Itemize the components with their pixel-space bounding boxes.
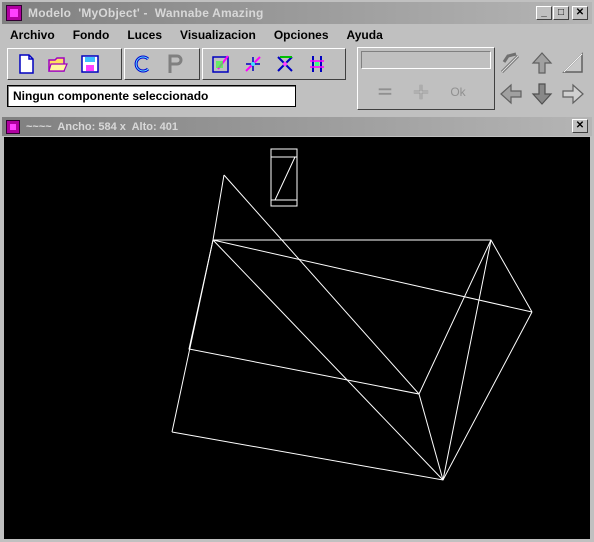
navigation-arrows (498, 48, 590, 110)
nav-left-button[interactable] (498, 81, 524, 107)
paste-icon (168, 54, 183, 73)
arrow-right-icon (562, 83, 584, 105)
menu-visualizacion[interactable]: Visualizacion (171, 26, 265, 44)
nav-upleft-button[interactable] (498, 50, 524, 76)
arrow-left-icon (500, 83, 522, 105)
plus-icon (413, 84, 429, 100)
toolbar-tools-group (202, 48, 346, 80)
nav-upright-button[interactable] (560, 50, 586, 76)
save-button[interactable] (75, 50, 105, 78)
arrow-upleft-icon (500, 52, 520, 74)
maximize-button[interactable]: □ (553, 6, 569, 20)
viewport-icon[interactable] (6, 119, 20, 134)
window-controls: _ □ ✕ (536, 6, 588, 20)
open-button[interactable] (43, 50, 73, 78)
move-tool-icon (245, 56, 261, 72)
wireframe-model (171, 148, 533, 481)
wireframe-small-box (270, 148, 298, 207)
arrow-down-icon (531, 83, 553, 105)
nav-down-button[interactable] (529, 81, 555, 107)
increase-button[interactable] (406, 80, 436, 104)
new-file-icon (19, 54, 34, 74)
toolbar-edit-group (124, 48, 200, 80)
new-file-button[interactable] (11, 50, 41, 78)
nav-right-button[interactable] (560, 81, 586, 107)
wireframe-edge (171, 311, 533, 481)
viewport-canvas[interactable] (4, 137, 590, 539)
viewport-title: ~~~~ Ancho: 584 x Alto: 401 (26, 120, 179, 133)
menu-luces[interactable]: Luces (118, 26, 171, 44)
app-icon[interactable] (6, 5, 22, 21)
rotate-tool-button[interactable] (270, 50, 300, 78)
rotate-tool-icon (277, 56, 293, 72)
wireframe-edge (188, 239, 492, 395)
toolbar-file-group (7, 48, 122, 80)
menu-fondo[interactable]: Fondo (64, 26, 119, 44)
scale-tool-icon (310, 56, 324, 72)
main-title-bar[interactable]: Modelo 'MyObject' - Wannabe Amazing _ □ … (2, 2, 592, 24)
menu-bar: Archivo Fondo Luces Visualizacion Opcion… (2, 26, 592, 44)
status-field: Ningun componente seleccionado (7, 85, 296, 107)
ok-button[interactable]: Ok (442, 80, 474, 104)
nav-up-button[interactable] (529, 50, 555, 76)
close-button[interactable]: ✕ (572, 6, 588, 20)
minus-icon (378, 88, 392, 95)
select-tool-icon (212, 55, 229, 73)
arrow-upright-icon (562, 52, 583, 73)
move-tool-button[interactable] (238, 50, 268, 78)
open-folder-icon (48, 57, 68, 72)
paste-button[interactable] (160, 50, 190, 78)
viewport-close-button[interactable]: ✕ (572, 119, 588, 133)
select-tool-button[interactable] (206, 50, 236, 78)
decrease-button[interactable] (370, 80, 400, 104)
value-input[interactable] (361, 51, 491, 69)
copy-icon (134, 55, 150, 73)
menu-opciones[interactable]: Opciones (265, 26, 338, 44)
menu-archivo[interactable]: Archivo (2, 26, 64, 44)
arrow-up-icon (531, 52, 553, 74)
viewport-title-bar[interactable]: ~~~~ Ancho: 584 x Alto: 401 ✕ (2, 117, 592, 136)
wireframe-edge (442, 239, 492, 481)
window-title: Modelo 'MyObject' - Wannabe Amazing (28, 6, 264, 20)
menu-ayuda[interactable]: Ayuda (338, 26, 392, 44)
copy-button[interactable] (128, 50, 158, 78)
value-panel: Ok (357, 47, 495, 110)
wireframe-small-box-edges (271, 156, 297, 201)
save-icon (81, 55, 99, 73)
minimize-button[interactable]: _ (536, 6, 552, 20)
wireframe-edge (171, 174, 225, 433)
scale-tool-button[interactable] (302, 50, 332, 78)
